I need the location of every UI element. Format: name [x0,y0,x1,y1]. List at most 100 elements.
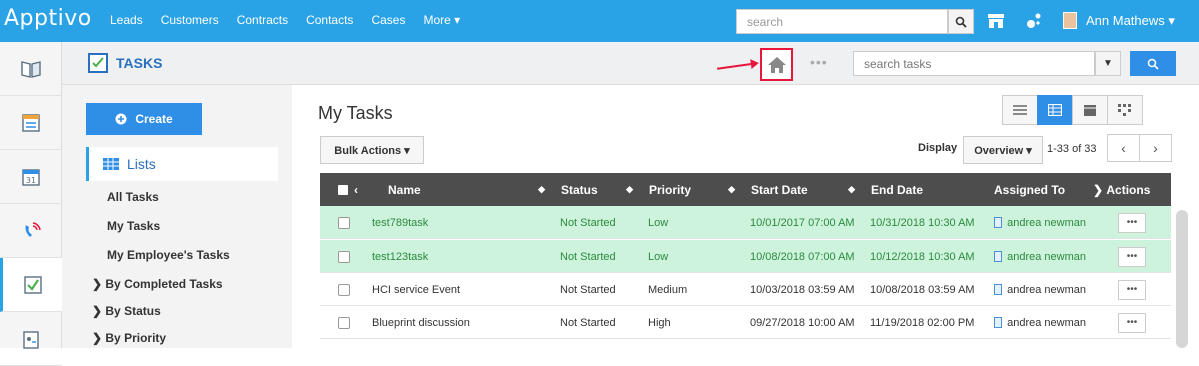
rail-item-contacts-card[interactable] [0,312,62,366]
list-item-employee-tasks[interactable]: My Employee's Tasks [107,248,230,262]
row-select[interactable] [338,273,370,306]
col-actions[interactable]: ❯ Actions [1085,173,1171,206]
search-icon [1147,58,1159,70]
row-checkbox[interactable] [338,250,350,263]
task-assigned[interactable]: andrea newman [994,273,1086,306]
group-completed-tasks[interactable]: ❯ By Completed Tasks [92,277,223,291]
col-start-date[interactable]: Start Date ◆ [743,173,863,206]
row-checkbox[interactable] [338,283,350,296]
task-name-link[interactable]: HCI service Event [372,273,552,306]
nav-link-contacts[interactable]: Contacts [306,13,353,27]
table-row[interactable]: HCI service Event Not Started Medium 10/… [320,273,1171,306]
task-end-date: 11/19/2018 02:00 PM [870,316,975,329]
display-label: Display [918,142,958,154]
table-icon [1048,104,1062,116]
task-name-link[interactable]: Blueprint discussion [372,306,552,339]
prev-page-button[interactable]: ‹ [1107,134,1140,162]
view-switcher [1002,95,1143,125]
list-view-button[interactable] [1002,95,1038,125]
assigned-name: andrea newman [1007,250,1086,263]
row-select[interactable] [338,206,370,239]
row-select[interactable] [338,306,370,339]
app-logo[interactable]: Apptivo [4,6,92,31]
select-all-checkbox[interactable] [338,184,348,195]
create-button[interactable]: Create [86,103,202,135]
rail-item-book[interactable] [0,42,62,96]
col-status[interactable]: Status ◆ [553,173,641,206]
group-completed-label: By Completed Tasks [105,277,223,291]
col-status-label: Status [561,182,598,197]
lists-header[interactable]: Lists [86,147,278,181]
col-name[interactable]: Name ◆ [370,173,553,206]
row-checkbox[interactable] [338,316,350,329]
user-avatar[interactable] [1063,12,1077,29]
col-priority[interactable]: Priority ◆ [641,173,743,206]
rail-item-tasks[interactable] [0,258,62,312]
rail-item-calls[interactable] [0,204,62,258]
tasks-module-icon [88,53,108,73]
group-status[interactable]: ❯ By Status [92,304,161,318]
book-icon [21,60,41,78]
task-start-date: 10/08/2018 07:00 AM [750,250,855,263]
home-button[interactable] [760,48,793,81]
user-menu[interactable]: Ann Mathews ▾ [1086,13,1175,29]
global-search-input[interactable]: search [736,9,948,34]
notifications-icon[interactable] [1024,11,1044,31]
select-all-header[interactable]: ‹ [338,173,370,206]
calendar-view-button[interactable] [1072,95,1108,125]
task-priority: High [648,316,671,329]
task-assigned[interactable]: andrea newman [994,306,1086,339]
table-row[interactable]: test123task Not Started Low 10/08/2018 0… [320,240,1171,273]
group-priority[interactable]: ❯ By Priority [92,331,166,345]
bulk-actions-button[interactable]: Bulk Actions ▾ [320,136,424,164]
nav-link-leads[interactable]: Leads [110,13,143,27]
task-search-button[interactable] [1130,51,1176,76]
nav-link-customers[interactable]: Customers [161,13,219,27]
nav-link-contracts[interactable]: Contracts [237,13,288,27]
rail-item-calendar-sheet[interactable] [0,96,62,150]
rail-item-calendar[interactable]: 31 [0,150,62,204]
list-item-all-tasks[interactable]: All Tasks [107,190,159,204]
table-row[interactable]: Blueprint discussion Not Started High 09… [320,306,1171,339]
row-actions-button[interactable]: ••• [1118,212,1146,233]
home-icon [767,56,786,73]
task-name-link[interactable]: test123task [372,240,552,273]
kanban-view-button[interactable] [1107,95,1143,125]
table-view-button[interactable] [1037,95,1073,125]
module-title[interactable]: TASKS [116,55,162,71]
task-priority: Low [648,250,669,263]
task-search-input[interactable]: search tasks [853,51,1095,76]
task-assigned[interactable]: andrea newman [994,206,1086,239]
more-options-icon[interactable]: ••• [810,54,828,70]
next-page-button[interactable]: › [1139,134,1172,162]
task-start-date: 09/27/2018 10:00 AM [750,316,855,329]
row-select[interactable] [338,240,370,273]
task-end-date: 10/08/2018 03:59 AM [870,283,975,296]
row-actions-button[interactable]: ••• [1118,279,1146,300]
global-search-button[interactable] [948,9,974,34]
task-start-date: 10/01/2017 07:00 AM [750,216,855,229]
row-checkbox[interactable] [338,216,350,229]
pager-count: 1-33 of 33 [1047,143,1097,155]
chevron-right-icon: ❯ [92,331,106,345]
table-scrollbar[interactable] [1176,210,1188,348]
chevron-down-icon[interactable]: ▼ [1095,51,1121,76]
nav-link-more[interactable]: More ▾ [423,13,460,27]
col-assigned-to[interactable]: Assigned To [985,173,1085,206]
store-icon[interactable] [986,11,1006,31]
list-item-my-tasks[interactable]: My Tasks [107,219,160,233]
employee-card-icon [994,217,1003,228]
display-select[interactable]: Overview ▾ [963,136,1043,164]
col-end-date[interactable]: End Date [863,173,985,206]
row-actions-button[interactable]: ••• [1118,312,1146,333]
nav-link-cases[interactable]: Cases [371,13,405,27]
task-name-link[interactable]: test789task [372,206,552,239]
task-assigned[interactable]: andrea newman [994,240,1086,273]
row-actions-button[interactable]: ••• [1118,246,1146,267]
page-title: My Tasks [318,103,393,123]
table-row[interactable]: test789task Not Started Low 10/01/2017 0… [320,206,1171,239]
collapse-icon[interactable]: ‹ [354,183,358,197]
task-end-date: 10/31/2018 10:30 AM [870,216,975,229]
list-grid-icon [103,158,119,170]
tasks-icon [23,275,42,294]
